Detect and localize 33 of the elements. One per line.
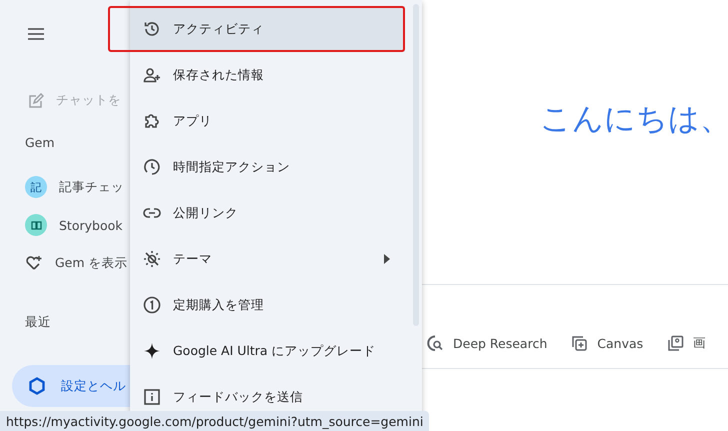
image-icon	[667, 335, 684, 352]
section-heading: 最近	[24, 314, 52, 331]
menu-item[interactable]: 時間指定アクション	[130, 144, 405, 190]
search-icon	[427, 335, 444, 352]
edit-icon[interactable]	[28, 92, 44, 108]
tool-chip[interactable]: Canvas	[571, 335, 644, 352]
menu-item[interactable]: 公開リンク	[130, 190, 405, 236]
tool-chip[interactable]: 画	[667, 335, 706, 352]
menu-item[interactable]: 定期購入を管理	[130, 282, 405, 328]
menu-item[interactable]: アクティビティ	[130, 6, 405, 52]
clock-icon	[143, 20, 161, 38]
greeting-heading: こんにちは、	[540, 100, 728, 139]
show-gems-link[interactable]: Gem を表示	[55, 254, 128, 272]
tool-chip[interactable]: Deep Research	[427, 335, 548, 352]
sun-icon	[143, 250, 161, 268]
person-add-icon	[143, 66, 161, 84]
clock-icon	[143, 158, 161, 176]
puzzle-icon	[143, 112, 161, 130]
heart-plus-icon	[25, 255, 43, 271]
gem-item[interactable]: 記事チェッ	[59, 178, 124, 196]
settings-icon	[28, 377, 46, 395]
info-icon	[143, 388, 161, 406]
numbered-circle-icon	[143, 296, 161, 314]
gem-item[interactable]: Storybook	[59, 218, 122, 232]
canvas-icon	[571, 335, 588, 352]
menu-icon[interactable]	[28, 28, 44, 40]
section-heading: Gem	[24, 135, 56, 150]
gem-avatar-icon: 記	[25, 176, 47, 198]
sparkle-icon	[143, 342, 161, 360]
status-url-tooltip: https://myactivity.google.com/product/gemini?utm_source=gemini	[0, 411, 430, 431]
menu-item[interactable]: テーマ	[130, 236, 405, 282]
menu-item[interactable]: アプリ	[130, 98, 405, 144]
menu-item[interactable]: 保存された情報	[130, 52, 405, 98]
